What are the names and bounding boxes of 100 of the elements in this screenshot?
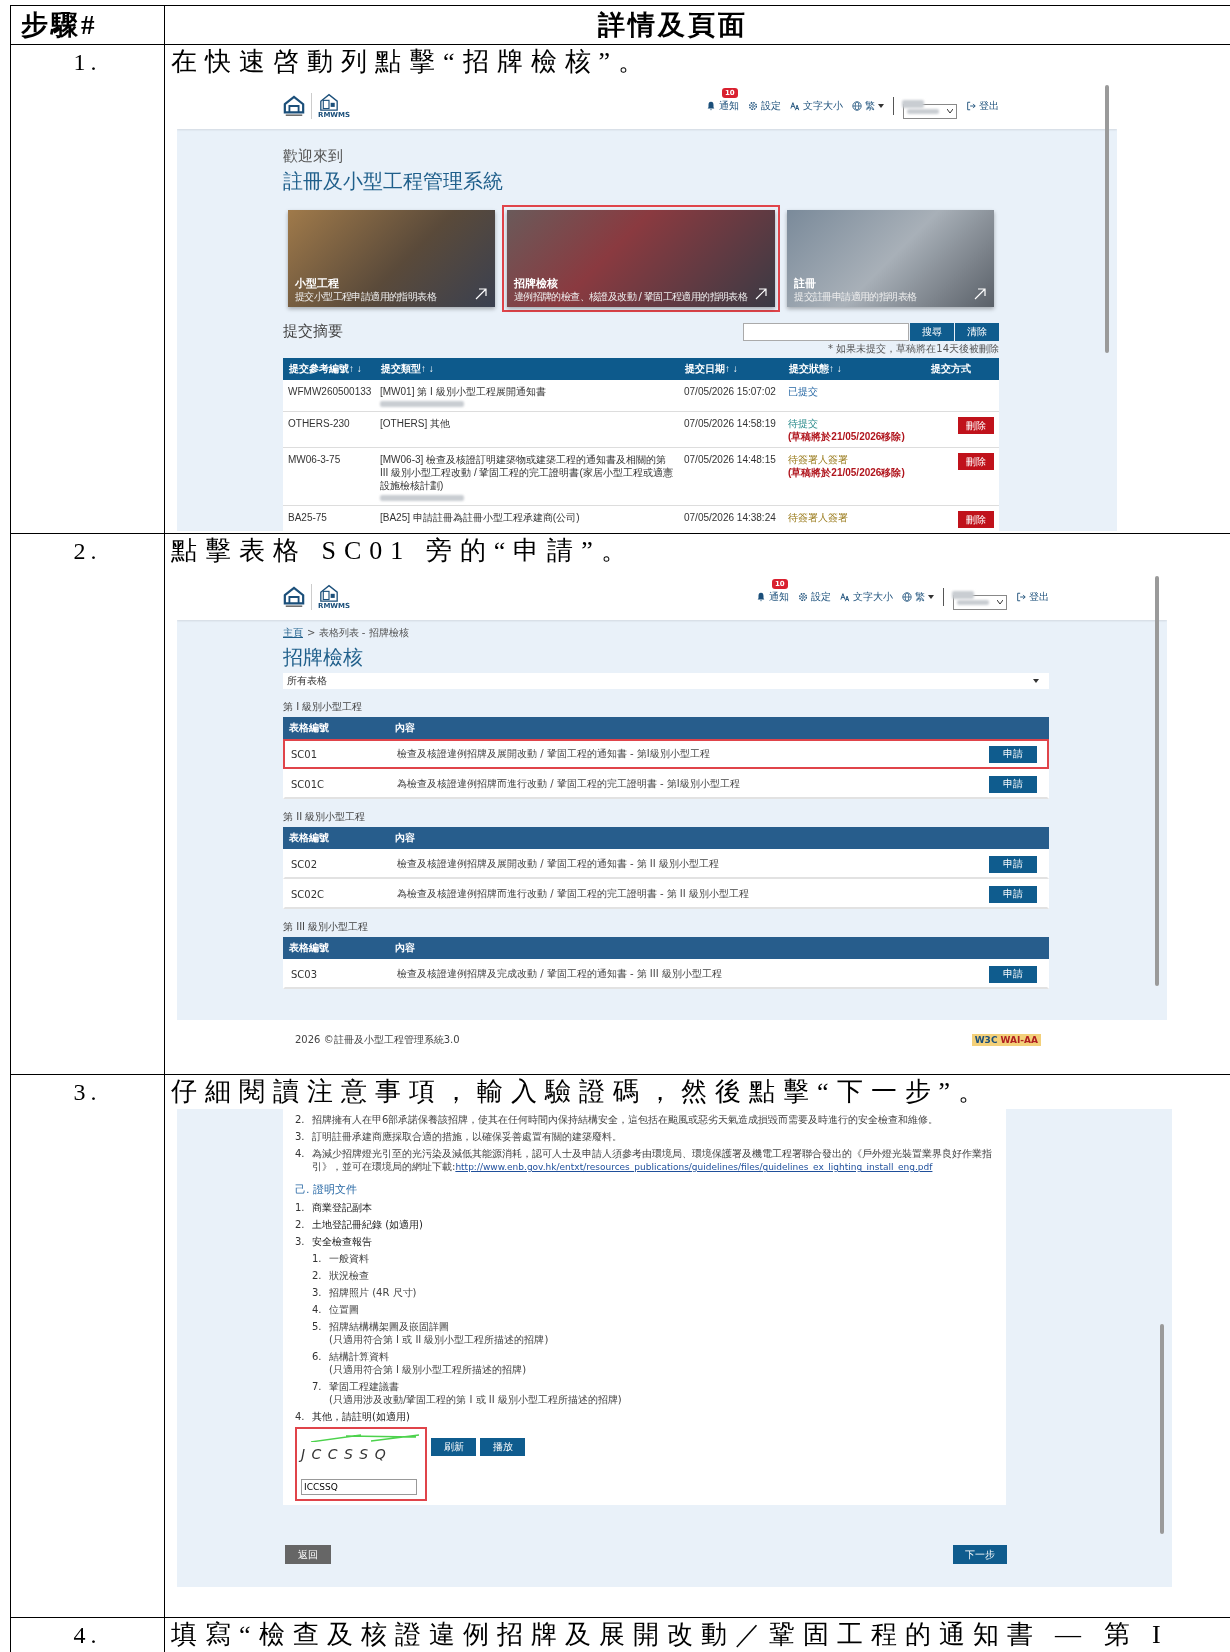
item-note: (只適用涉及改動/鞏固工程的第 I 或 II 級別小型工程所描述的招牌) <box>329 1393 622 1406</box>
form-filter-dropdown[interactable]: 所有表格 <box>283 673 1049 689</box>
text-size-icon <box>840 592 850 602</box>
step-instruction: 仔細閱讀注意事項，輸入驗證碼，然後點擊“下一步”。 <box>171 1076 994 1108</box>
table-cell-text: 為檢查及核證違例招牌而進行改動 / 鞏固工程的完工證明書 - 第I級別小型工程 <box>397 777 741 791</box>
step-number: 1. <box>73 49 102 75</box>
card-subtitle: 提交註冊申請適用的指明表格 <box>794 291 918 302</box>
text-size-icon <box>790 101 800 111</box>
url-link[interactable]: http://www.enb.gov.hk/entxt/resources_publications/guidelines/files/guidelines_ex_lighting_install_eng.pdf <box>455 1162 933 1172</box>
search-button[interactable]: 搜尋 <box>910 322 954 341</box>
list-number: 7. <box>312 1380 323 1394</box>
table-cell-text: SC01 <box>291 748 319 760</box>
search-field[interactable] <box>743 322 909 341</box>
table-cell-text: SC02C <box>291 888 326 900</box>
settings-link[interactable]: 設定 <box>798 590 831 604</box>
list-number: 2. <box>295 1113 306 1126</box>
accessibility-badge[interactable]: W3C WAI-AA <box>971 1034 1041 1046</box>
step-number: 3. <box>73 1079 102 1105</box>
table-cell: [MW06-3] 檢查及核證訂明建築物或建築工程的通知書及相關的第 III 級別小型工程改動 / 鞏固工程的完工證明書(家居小型工程或適憲設施檢核計劃) <box>380 453 674 492</box>
category-card[interactable]: 小型工程 提交小型工程申請適用的指明表格 <box>288 210 495 307</box>
bell-icon <box>706 101 716 111</box>
column-header: 內容 <box>395 721 415 735</box>
table-cell-text: SC03 <box>291 968 319 980</box>
list-number: 3. <box>312 1286 323 1299</box>
logout-icon <box>1016 592 1026 602</box>
table-cell-text: [BA25] 申請註冊為註冊小型工程承建商(公司) <box>380 511 581 524</box>
table-cell-text: 為檢查及核證違例招牌而進行改動 / 鞏固工程的完工證明書 - 第 II 級別小型工程 <box>397 887 750 901</box>
card-title: 註冊 <box>794 276 818 291</box>
language-menu[interactable]: 繁 <box>852 99 884 113</box>
group-heading: 第 III 級別小型工程 <box>283 920 370 934</box>
apply-button[interactable]: 申請 <box>989 745 1037 763</box>
card-title: 小型工程 <box>295 276 340 291</box>
table-cell: OTHERS-230 <box>288 418 350 429</box>
list-number: 6. <box>312 1350 323 1364</box>
caret-icon <box>928 595 934 599</box>
text-size-link[interactable]: 文字大小 <box>840 590 893 604</box>
apply-button[interactable]: 申請 <box>989 775 1037 793</box>
caret-icon <box>878 104 884 108</box>
apply-button[interactable]: 申請 <box>989 885 1037 903</box>
table-cell-text: SC01C <box>291 778 326 790</box>
section-title: 己. 證明文件 <box>295 1182 358 1197</box>
document-item: 招牌照片 (4R 尺寸) <box>329 1286 417 1299</box>
system-title: 註冊及小型工程管理系統 <box>283 168 504 195</box>
note-text: 為減少招牌燈光引至的光污染及減低其能源消耗，認可人士及申請人須參考由環境局、環境保護署及機電工程署聯合發出的《戶外燈光裝置業界良好作業指引》，並可在環境局的網址下載:http://www.enb.gov.hk/entxt/resources_publications/guidelines/files/guidelines_ex_lighting_install_eng.pdf <box>312 1147 993 1174</box>
arrow-icon <box>474 288 487 300</box>
delete-button[interactable]: 刪除 <box>958 417 994 434</box>
column-header: 詳情及頁面 <box>598 10 748 40</box>
list-number: 1. <box>295 1201 306 1214</box>
delete-button[interactable]: 刪除 <box>958 511 994 528</box>
settings-icon <box>748 101 758 111</box>
building-logo-icon[interactable] <box>283 585 305 609</box>
status-note: (草稿將於21/05/2026移除) <box>788 466 906 479</box>
column-header: 步驟# <box>21 10 98 40</box>
refresh-button[interactable]: 刷新 <box>431 1438 476 1456</box>
item-note: (只適用符合第 I 級別小型工程所描述的招牌) <box>329 1363 527 1376</box>
scrollbar[interactable] <box>1155 576 1159 986</box>
table-cell-text: SC02 <box>291 858 319 870</box>
breadcrumb-link[interactable]: 主頁 <box>283 626 303 640</box>
logout-link[interactable]: 登出 <box>1016 590 1049 604</box>
document-item: 招牌結構構架圖及嵌固詳圖 <box>329 1320 450 1333</box>
apply-button[interactable]: 申請 <box>989 965 1037 983</box>
step-number: 4. <box>73 1622 102 1648</box>
logout-link[interactable]: 登出 <box>966 99 999 113</box>
card-subtitle: 違例招牌的檢查、核證及改動 / 鞏固工程適用的指明表格 <box>513 291 748 302</box>
scrollbar[interactable] <box>1105 85 1109 353</box>
next-button[interactable]: 下一步 <box>953 1545 1007 1564</box>
text-size-link[interactable]: 文字大小 <box>790 99 843 113</box>
scrollbar[interactable] <box>1160 1324 1164 1534</box>
item-note: (只適用符合第 I 或 II 級別小型工程所描述的招牌) <box>329 1333 549 1346</box>
welcome-text: 歡迎來到 <box>283 147 344 166</box>
language-menu[interactable]: 繁 <box>902 590 934 604</box>
document-item: 土地登記冊紀錄 (如適用) <box>312 1218 423 1231</box>
table-cell: 07/05/2026 14:58:19 <box>684 418 776 429</box>
table-cell-text: 檢查及核證違例招牌及展開改動 / 鞏固工程的通知書 - 第 II 級別小型工程 <box>397 857 720 871</box>
breadcrumb-text: > 表格列表 - 招牌檢核 <box>307 626 409 640</box>
list-number: 1. <box>312 1252 323 1265</box>
table-cell-text: [MW01] 第 I 級別小型工程展開通知書 <box>380 385 547 398</box>
back-button[interactable]: 返回 <box>285 1545 331 1564</box>
status-note: (草稿將於21/05/2026移除) <box>788 430 906 443</box>
settings-icon <box>798 592 808 602</box>
play-button[interactable]: 播放 <box>480 1438 525 1456</box>
captcha-field[interactable]: ICCSSQ <box>301 1479 417 1495</box>
group-heading: 第 I 級別小型工程 <box>283 700 364 714</box>
list-number: 3. <box>295 1130 306 1143</box>
status-text: 已提交 <box>788 385 819 398</box>
step-number: 2. <box>73 538 102 564</box>
list-number: 2. <box>312 1269 323 1282</box>
column-header[interactable]: 提交類型↑ ↓ <box>381 363 434 374</box>
note-text: 訂明註冊承建商應採取合適的措施，以確保妥善處置有關的建築廢料。 <box>312 1130 622 1143</box>
document-item: 安全檢查報告 <box>312 1235 373 1248</box>
apply-button[interactable]: 申請 <box>989 855 1037 873</box>
logout-icon <box>966 101 976 111</box>
caret-icon <box>1033 679 1039 683</box>
settings-link[interactable]: 設定 <box>748 99 781 113</box>
delete-button[interactable]: 刪除 <box>958 453 994 470</box>
category-card[interactable]: 招牌檢核 違例招牌的檢查、核證及改動 / 鞏固工程適用的指明表格 <box>506 210 776 307</box>
building-logo-icon[interactable] <box>283 94 305 118</box>
step-instruction: 在快速啓動列點擊“招牌檢核”。 <box>171 46 654 78</box>
clear-button[interactable]: 清除 <box>955 322 999 341</box>
column-header[interactable]: 提交狀態↑ ↓ <box>789 363 842 374</box>
